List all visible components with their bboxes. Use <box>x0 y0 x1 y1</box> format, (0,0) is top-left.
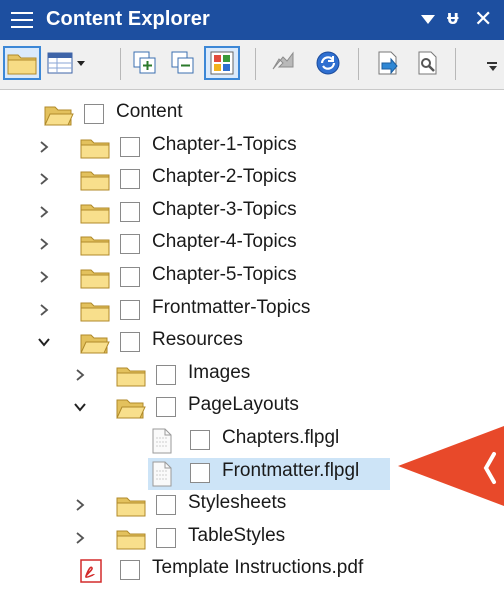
show-folders-button[interactable] <box>3 46 41 80</box>
tree-item-checkbox[interactable] <box>120 560 140 580</box>
collapse-all-button[interactable] <box>168 46 198 80</box>
chevron-right-icon[interactable] <box>36 139 52 155</box>
chevron-down-icon[interactable] <box>36 334 52 350</box>
tree-item[interactable]: Chapter-5-Topics <box>0 262 504 294</box>
tree-item-checkbox[interactable] <box>120 300 140 320</box>
folder-icon <box>116 495 146 517</box>
tree-item[interactable]: Chapter-2-Topics <box>0 164 504 196</box>
tree-item-label: TableStyles <box>188 525 286 546</box>
folder-icon <box>80 300 110 322</box>
chevron-right-icon[interactable] <box>72 530 88 546</box>
folder-icon <box>80 234 110 256</box>
tree-item-label: Content <box>116 101 183 122</box>
find-button[interactable] <box>412 46 442 80</box>
send-icon <box>378 51 398 75</box>
tree-item[interactable]: Images <box>0 360 504 392</box>
tree-item[interactable]: Resources <box>0 327 504 359</box>
tree-item-checkbox[interactable] <box>156 528 176 548</box>
arrow-icon <box>272 51 294 70</box>
expand-all-button[interactable] <box>130 46 160 80</box>
content-tree: Content Chapter-1-Topics Chapter-2-Topics C… <box>0 90 504 613</box>
tree-item-checkbox[interactable] <box>120 169 140 189</box>
tree-item-label: Chapter-5-Topics <box>152 264 297 285</box>
tree-item-label: Chapter-3-Topics <box>152 199 297 220</box>
tree-item-checkbox[interactable] <box>120 234 140 254</box>
folder-icon <box>80 169 110 191</box>
folder-icon <box>80 202 110 224</box>
tree-item[interactable]: Chapter-1-Topics <box>0 132 504 164</box>
pin-icon[interactable]: ᵾ <box>447 7 459 30</box>
arrow-action-button[interactable] <box>268 46 298 80</box>
folder-icon <box>116 365 146 387</box>
folder-icon <box>116 528 146 550</box>
tree-item-checkbox[interactable] <box>84 104 104 124</box>
tree-item[interactable]: Frontmatter-Topics <box>0 295 504 327</box>
page-layout-file-icon <box>152 461 172 487</box>
tree-item-checkbox[interactable] <box>120 332 140 352</box>
collapse-all-icon <box>171 51 194 74</box>
expand-all-icon <box>133 51 156 74</box>
chevron-right-icon[interactable] <box>36 302 52 318</box>
tree-item-label: Images <box>188 362 251 383</box>
dropdown-arrow-icon[interactable] <box>421 15 435 24</box>
title-bar: Content Explorer ᵾ ✕ <box>0 0 504 40</box>
toolbar <box>0 40 504 90</box>
overflow-arrow-icon[interactable] <box>489 66 497 71</box>
tree-item-label: Resources <box>152 329 243 350</box>
tree-item[interactable]: Chapter-3-Topics <box>0 197 504 229</box>
close-icon[interactable]: ✕ <box>474 6 492 32</box>
tree-item-label: Chapter-1-Topics <box>152 134 297 155</box>
pdf-file-icon <box>80 559 102 585</box>
tree-item-checkbox[interactable] <box>190 463 210 483</box>
chevron-down-icon[interactable] <box>72 399 88 415</box>
view-layout-button[interactable] <box>46 46 86 80</box>
chevron-right-icon[interactable] <box>72 367 88 383</box>
refresh-button[interactable] <box>313 46 343 80</box>
tree-item[interactable]: Content <box>0 99 504 131</box>
chevron-right-icon[interactable] <box>36 204 52 220</box>
tree-item-label: Frontmatter.flpgl <box>222 460 360 481</box>
tree-item-label: Template Instructions.pdf <box>152 557 364 578</box>
tree-item[interactable]: Chapter-4-Topics <box>0 229 504 261</box>
page-layout-file-icon <box>152 428 172 454</box>
chevron-right-icon[interactable] <box>36 236 52 252</box>
tree-item-label: Chapter-4-Topics <box>152 231 297 252</box>
send-button[interactable] <box>372 46 402 80</box>
chevron-right-icon[interactable] <box>36 171 52 187</box>
folder-open-icon <box>80 332 110 354</box>
tree-item-checkbox[interactable] <box>156 397 176 417</box>
refresh-icon <box>316 51 340 75</box>
tree-item-checkbox[interactable] <box>156 495 176 515</box>
pointer-arrow-icon <box>398 426 504 506</box>
tree-item-checkbox[interactable] <box>190 430 210 450</box>
tree-item-label: Chapter-2-Topics <box>152 166 297 187</box>
tree-item-checkbox[interactable] <box>156 365 176 385</box>
folder-icon <box>80 267 110 289</box>
overflow-menu-icon[interactable] <box>487 62 497 64</box>
tree-item-label: Frontmatter-Topics <box>152 297 311 318</box>
tree-item-checkbox[interactable] <box>120 137 140 157</box>
content-explorer-panel: Content Explorer ᵾ ✕ Content Chapter-1-T… <box>0 0 504 613</box>
tree-item[interactable]: TableStyles <box>0 523 504 555</box>
panel-title: Content Explorer <box>46 8 210 30</box>
tree-item-checkbox[interactable] <box>120 267 140 287</box>
tree-item-label: Chapters.flpgl <box>222 427 340 448</box>
tree-item-label: PageLayouts <box>188 394 299 415</box>
color-tiles-icon <box>210 51 234 75</box>
tree-item-label: Stylesheets <box>188 492 287 513</box>
folder-icon <box>80 137 110 159</box>
menu-icon[interactable] <box>11 10 33 30</box>
folder-open-icon <box>116 397 146 419</box>
find-icon <box>418 51 437 75</box>
folder-icon <box>7 54 37 75</box>
tree-item-checkbox[interactable] <box>120 202 140 222</box>
folder-open-icon <box>44 104 74 126</box>
grid-view-icon <box>47 52 85 74</box>
show-file-types-button[interactable] <box>204 46 240 80</box>
chevron-right-icon[interactable] <box>36 269 52 285</box>
tree-item[interactable]: Template Instructions.pdf <box>0 555 504 587</box>
chevron-right-icon[interactable] <box>72 497 88 513</box>
